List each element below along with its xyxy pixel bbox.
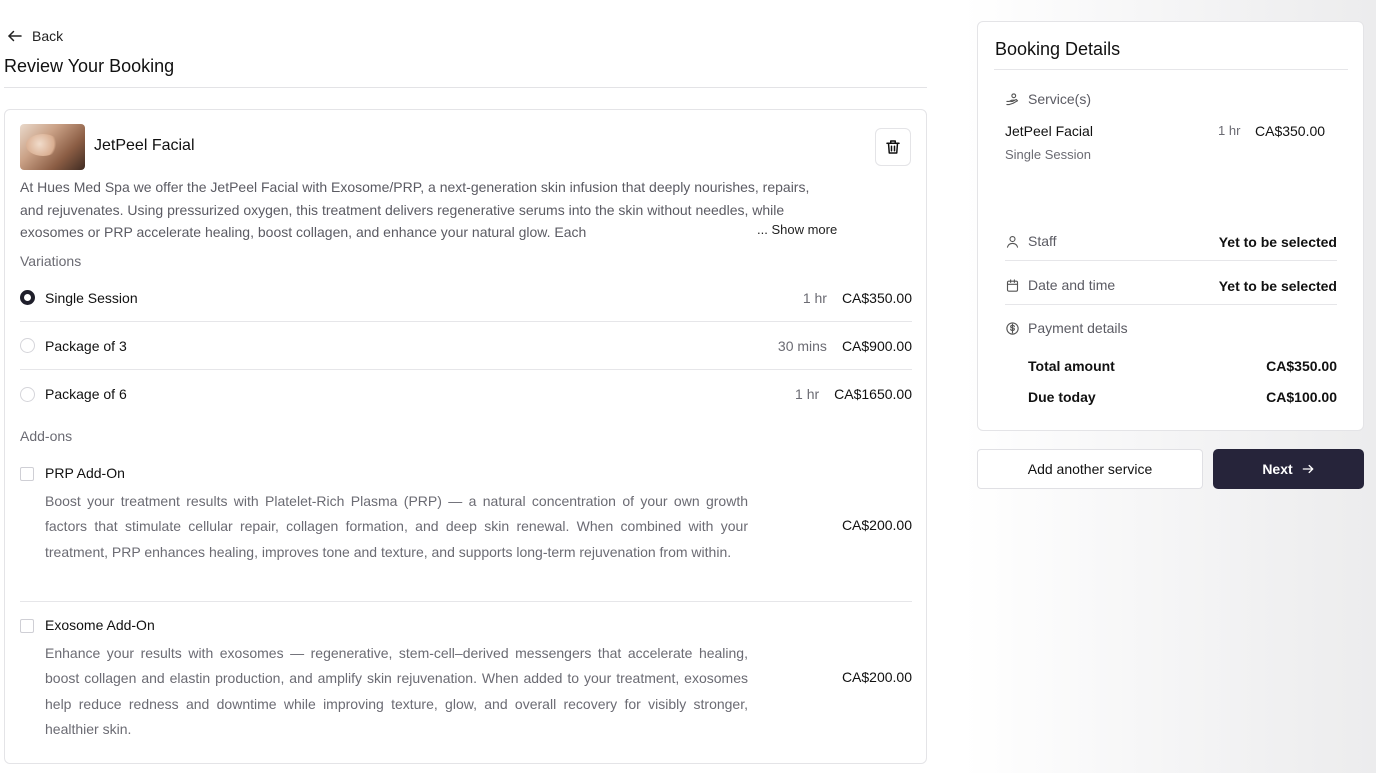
user-icon [1006, 235, 1019, 248]
datetime-value: Yet to be selected [1218, 278, 1337, 294]
show-more-link[interactable]: ... Show more [755, 222, 838, 237]
payment-label: Payment details [1028, 320, 1128, 336]
hand-service-icon [1006, 92, 1019, 105]
addon-checkbox[interactable] [20, 619, 34, 633]
service-card: JetPeel Facial At Hues Med Spa we offer … [4, 109, 927, 764]
back-link[interactable]: Back [6, 27, 63, 45]
variation-duration: 1 hr [795, 386, 820, 402]
booking-details-panel: Booking Details Service(s) JetPeel Facia… [977, 21, 1364, 431]
page-title: Review Your Booking [4, 56, 175, 76]
variation-row[interactable]: Package of 3 30 mins CA$900.00 [20, 322, 912, 370]
selected-service-variant: Single Session [1005, 147, 1091, 162]
payment-heading: Payment details [1005, 320, 1128, 336]
services-label: Service(s) [1028, 91, 1092, 107]
addon-name: PRP Add-On [45, 465, 125, 481]
arrow-right-icon [1302, 464, 1313, 474]
addon-price: CA$200.00 [841, 669, 912, 685]
variation-radio[interactable] [20, 386, 35, 402]
variation-duration: 30 mins [777, 337, 827, 354]
variation-duration: 1 hr [802, 289, 827, 306]
addon-item: Exosome Add-On Enhance your results with… [20, 617, 912, 747]
variation-name: Package of 6 [45, 386, 127, 402]
next-button[interactable]: Next [1213, 449, 1364, 489]
addon-description: Enhance your results with exosomes — reg… [45, 645, 748, 738]
delete-service-button[interactable] [875, 128, 911, 166]
booking-details-title: Booking Details [995, 39, 1121, 59]
selected-service-price: CA$350.00 [1255, 123, 1326, 139]
datetime-label: Date and time [1028, 277, 1116, 293]
add-another-service-button[interactable]: Add another service [977, 449, 1203, 489]
back-label: Back [32, 28, 64, 44]
variation-price: CA$1650.00 [834, 386, 912, 402]
divider [1005, 304, 1337, 305]
addon-checkbox[interactable] [20, 467, 34, 481]
total-amount-label: Total amount [1028, 358, 1115, 374]
arrow-left-icon [8, 30, 22, 42]
divider [1005, 260, 1337, 261]
variation-radio[interactable] [20, 290, 35, 305]
variations-label: Variations [20, 253, 82, 269]
divider [994, 69, 1348, 70]
addon-item: PRP Add-On Boost your treatment results … [20, 465, 912, 602]
staff-heading: Staff [1005, 233, 1057, 249]
service-description: At Hues Med Spa we offer the JetPeel Fac… [20, 179, 810, 240]
addon-name: Exosome Add-On [45, 617, 155, 633]
variation-radio[interactable] [20, 338, 35, 353]
booking-review-panel: Back Review Your Booking JetPeel Facial … [0, 0, 940, 773]
next-label: Next [1262, 461, 1293, 477]
addons-label: Add-ons [20, 428, 73, 444]
variation-row[interactable]: Single Session 1 hr CA$350.00 [20, 274, 912, 322]
selected-service-duration: 1 hr [1218, 123, 1241, 138]
due-today-value: CA$100.00 [1266, 389, 1337, 405]
service-name: JetPeel Facial [94, 137, 195, 154]
trash-icon [886, 140, 900, 154]
selected-service-name: JetPeel Facial [1005, 123, 1093, 139]
variation-name: Package of 3 [45, 337, 127, 354]
calendar-icon [1006, 278, 1019, 292]
addon-price: CA$200.00 [841, 517, 912, 533]
due-today-label: Due today [1028, 389, 1096, 405]
variation-price: CA$900.00 [841, 337, 912, 354]
addon-description: Boost your treatment results with Platel… [45, 493, 748, 560]
variation-row[interactable]: Package of 6 1 hr CA$1650.00 [20, 370, 912, 418]
staff-value: Yet to be selected [1218, 234, 1337, 250]
variation-name: Single Session [45, 289, 138, 306]
total-amount-value: CA$350.00 [1266, 358, 1337, 374]
service-thumbnail [20, 124, 85, 170]
divider [4, 87, 927, 88]
services-heading: Service(s) [1005, 91, 1091, 107]
variation-price: CA$350.00 [841, 289, 912, 306]
dollar-circle-icon [1006, 321, 1019, 335]
datetime-heading: Date and time [1005, 277, 1115, 293]
staff-label: Staff [1028, 233, 1057, 249]
